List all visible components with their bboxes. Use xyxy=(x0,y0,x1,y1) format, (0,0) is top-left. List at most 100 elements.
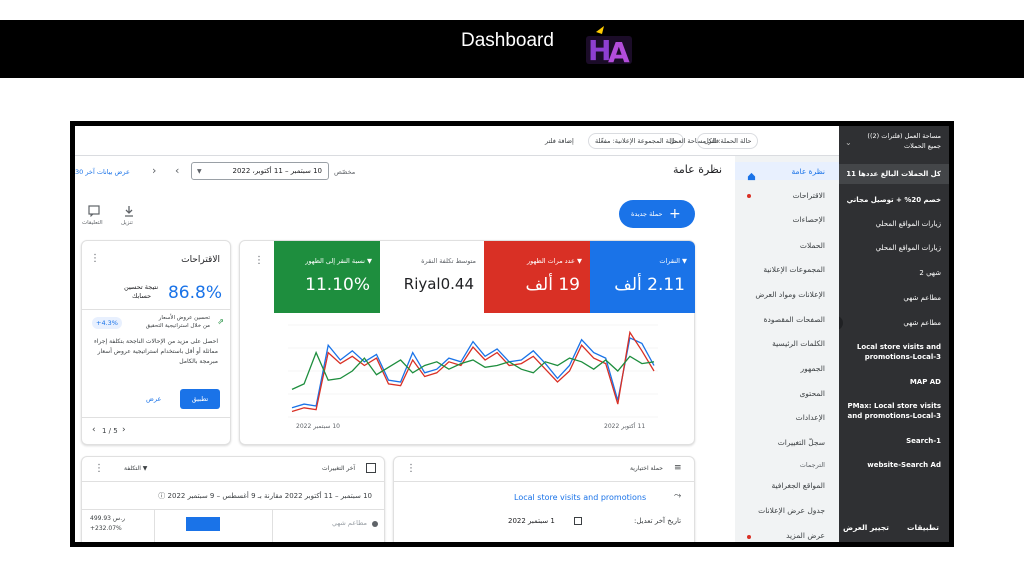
nav-item-ads[interactable]: الإعلانات ومواد العرض xyxy=(755,290,825,299)
metric-impressions[interactable]: ▼ عدد مرات الظهور 19 ألف xyxy=(484,241,590,313)
nav-item-show-more[interactable]: عرض المزيد xyxy=(786,531,825,540)
nav-item-overview[interactable]: نظرة عامة xyxy=(792,167,826,176)
more-vert-icon[interactable]: ⋮ xyxy=(406,463,416,474)
sidebar-item-all[interactable]: كل الحملات البالغ عددها 11 xyxy=(846,170,941,178)
ads-screen: مساحة العمل (فلترات (2)) جميع الحملات ⌄ … xyxy=(75,126,949,542)
date-range-value: 10 سبتمبر – 11 أكتوبر، 2022 xyxy=(232,167,323,175)
more-vert-icon[interactable]: ⋮ xyxy=(254,255,264,266)
divider xyxy=(82,481,384,482)
nav-item-content[interactable]: المحتوى xyxy=(799,389,825,398)
view-button[interactable]: عرض xyxy=(146,395,161,403)
home-icon xyxy=(747,166,756,181)
nav-item-change-history[interactable]: سجلّ التغييرات xyxy=(778,438,825,447)
alert-dot-icon xyxy=(747,535,751,539)
alert-dot-icon xyxy=(747,194,751,198)
more-vert-icon[interactable]: ⋮ xyxy=(90,253,100,264)
nav-item-settings[interactable]: الإعدادات xyxy=(796,413,825,422)
download-icon[interactable] xyxy=(123,202,135,217)
new-campaign-button[interactable]: + حملة جديدة xyxy=(619,200,695,228)
series-line-0 xyxy=(291,336,655,409)
ha-logo-icon: H A xyxy=(586,26,632,68)
nav-item-locations[interactable]: المواقع الجغرافية xyxy=(771,481,825,490)
feedback-icon[interactable] xyxy=(88,202,100,218)
sidebar-item-campaign[interactable]: زيارات المواقع المحلي xyxy=(876,220,941,228)
page-title: نظرة عامة xyxy=(673,163,723,176)
suggestion-body: احصل على مزيد من الإحالات الناجحة بتكلفة… xyxy=(93,338,218,365)
footer-switch-view[interactable]: تجيير العرض xyxy=(843,523,889,532)
trend-icon: ⇗ xyxy=(217,317,224,326)
sidebar-item-campaign[interactable]: شهي 2 xyxy=(919,269,941,277)
apply-button[interactable]: تطبيق xyxy=(180,389,220,409)
chevron-right-icon[interactable]: › xyxy=(152,164,156,177)
nav-item-campaigns[interactable]: الحملات xyxy=(800,241,825,250)
date-label: مخصّص xyxy=(334,168,356,176)
nav-item-adgroups[interactable]: المجموعات الإعلانية xyxy=(763,265,825,274)
sidebar-header-line2: جميع الحملات xyxy=(903,142,941,150)
metric-label: ▼ النقرات xyxy=(659,257,687,265)
chevron-down-icon[interactable]: ⌄ xyxy=(845,138,852,147)
nav-item-audiences[interactable]: الجمهور xyxy=(801,364,826,373)
pager-prev-icon[interactable]: ‹ xyxy=(92,425,96,435)
sidebar-item-campaign[interactable]: خصم 20% + توصيل مجاني xyxy=(847,196,941,204)
chevron-left-icon[interactable]: ‹ xyxy=(175,164,179,177)
cost-dropdown[interactable]: ▼ التكلفة xyxy=(124,465,147,472)
series-line-1 xyxy=(291,330,655,413)
footer-apps[interactable]: تطبيقات xyxy=(907,523,939,532)
add-filter-link[interactable]: إضافة فلتر xyxy=(545,137,574,145)
campaign-link[interactable]: Local store visits and promotions xyxy=(514,493,646,502)
divider xyxy=(82,309,230,310)
score-sublabel: حسابك xyxy=(132,292,152,300)
row-name: مطاعم شهي xyxy=(332,519,367,527)
sidebar-item-campaign[interactable]: PMax: Local store visits xyxy=(847,402,941,410)
metric-label: متوسط تكلفة النقرة xyxy=(421,257,476,265)
cost-bar xyxy=(186,517,220,531)
sidebar-item-campaign[interactable]: Search-1 xyxy=(906,437,941,445)
card-title: حملة اختيارية xyxy=(630,465,663,472)
adgroup-status-chip[interactable]: حالة المجموعة الإعلانية: مفعّلة xyxy=(588,133,685,149)
metric-value: 2.11 ألف xyxy=(614,275,685,295)
recent-data-link[interactable]: عرض بيانات آخر 30 xyxy=(75,168,130,176)
date-range-select[interactable]: 10 سبتمبر – 11 أكتوبر، 2022 xyxy=(191,162,329,180)
pager-label: 1 / 5 xyxy=(102,427,118,435)
svg-text:A: A xyxy=(608,36,630,68)
nav-item-insights[interactable]: الإحصاءات xyxy=(793,215,825,224)
campaign-status-chip[interactable]: حالة الحملة: الكل xyxy=(697,133,759,149)
status-dot-icon xyxy=(372,521,378,527)
sidebar-item-campaign[interactable]: MAP AD xyxy=(910,378,941,386)
section-nav: نظرة عامة الاقتراحات الإحصاءات الحملات ا… xyxy=(735,156,839,542)
divider xyxy=(82,509,384,510)
campaign-sidebar: مساحة العمل (فلترات (2)) جميع الحملات ⌄ … xyxy=(839,126,949,542)
x-tick-end: 11 أكتوبر 2022 xyxy=(604,423,646,430)
sidebar-item-campaign[interactable]: Local store visits and xyxy=(857,343,941,351)
row-value: 499.93 ر.س xyxy=(90,515,126,522)
divider xyxy=(154,509,155,542)
more-vert-icon[interactable]: ⋮ xyxy=(94,463,104,474)
sidebar-item-campaign[interactable]: website-Search Ad xyxy=(867,461,941,469)
suggestions-card: الاقتراحات ⋮ 86.8% نتيجة تحسين حسابك ⇗ ت… xyxy=(81,240,231,445)
sidebar-item-campaign[interactable]: مطاعم شهي xyxy=(903,319,941,327)
metric-ctr[interactable]: ▼ نسبة النقر إلى الظهور 11.10% xyxy=(274,241,380,313)
nav-item-recommendations[interactable]: الاقتراحات xyxy=(793,191,825,200)
history-icon xyxy=(366,463,376,473)
sidebar-item-campaign[interactable]: مطاعم شهي xyxy=(903,294,941,302)
row-change: +232.07% xyxy=(90,525,122,532)
changes-title: آخر التغييرات xyxy=(322,465,356,472)
new-campaign-label: حملة جديدة xyxy=(631,210,663,218)
nav-item-ad-schedule[interactable]: جدول عرض الإعلانات xyxy=(758,506,825,515)
metric-clicks[interactable]: ▼ النقرات 2.11 ألف xyxy=(590,241,695,313)
metric-value: Riyal0.44 xyxy=(403,275,474,293)
list-icon: ≡ xyxy=(674,463,682,473)
compare-range: 10 سبتمبر – 11 أكتوبر 2022 مقارنة بـ 9 أ… xyxy=(158,492,372,500)
score-label: نتيجة تحسين xyxy=(124,283,159,291)
dropdown-arrow-icon: ▼ xyxy=(197,168,202,175)
sidebar-item-campaign[interactable]: زيارات المواقع المحلي xyxy=(876,244,941,252)
nav-item-landing-pages[interactable]: الصفحات المقصودة xyxy=(764,315,825,324)
download-label: تنزيل xyxy=(121,220,133,226)
calendar-icon xyxy=(574,517,582,525)
pager-next-icon[interactable]: › xyxy=(122,425,126,435)
metric-avg-cpc[interactable]: متوسط تكلفة النقرة Riyal0.44 xyxy=(380,241,484,313)
divider xyxy=(394,481,694,482)
nav-item-keywords[interactable]: الكلمات الرئيسية xyxy=(772,339,825,348)
nav-group-translations: الترجمات xyxy=(799,461,825,469)
tip-title: تحسين عروض الأسعار xyxy=(158,315,210,321)
